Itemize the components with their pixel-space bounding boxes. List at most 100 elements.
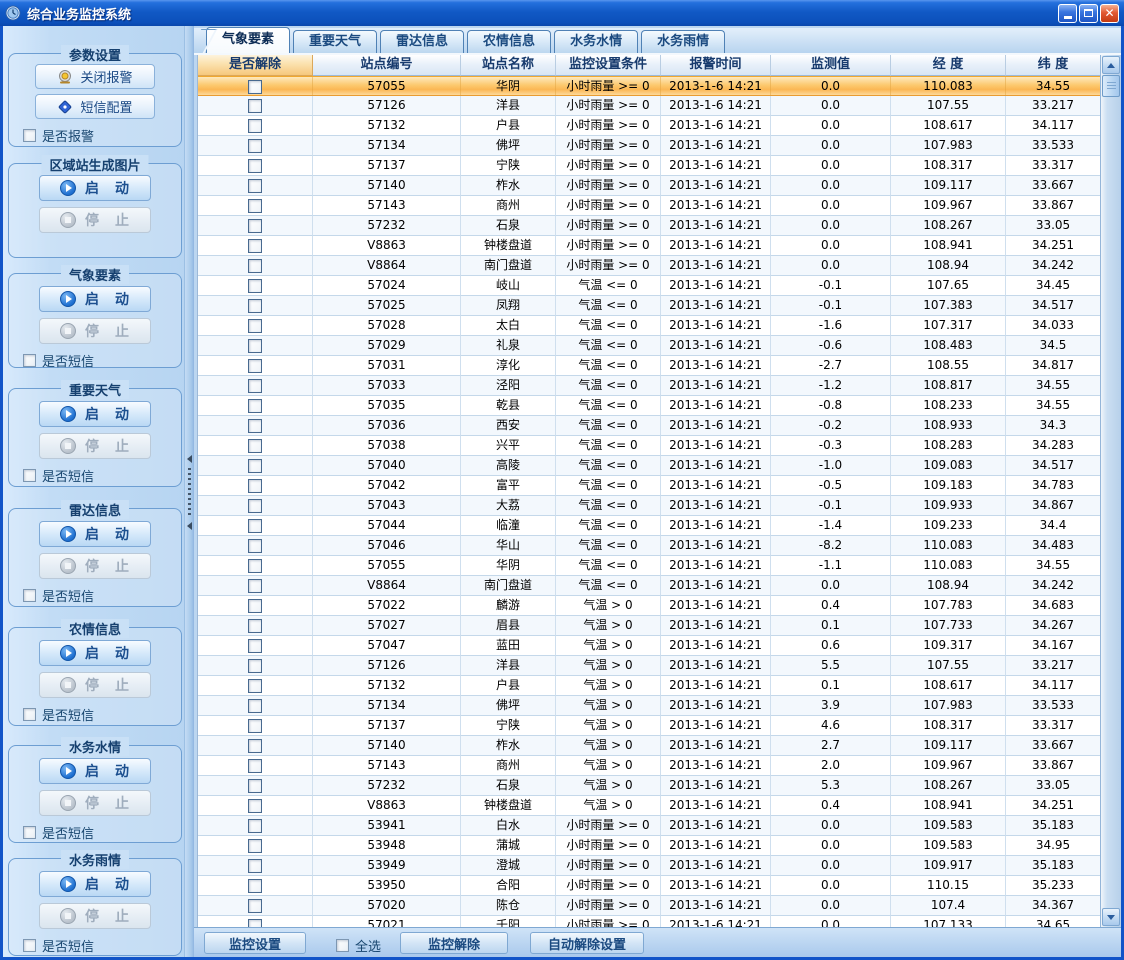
start-button-radar-info[interactable]: 启 动: [39, 521, 151, 547]
table-row[interactable]: 57143商州小时雨量 >= 02013-1-6 14:210.0109.967…: [198, 196, 1100, 216]
checkbox-row-params-settings[interactable]: 是否报警: [23, 126, 181, 145]
start-button-agri-info[interactable]: 启 动: [39, 640, 151, 666]
row-release-checkbox[interactable]: [248, 839, 262, 853]
table-row[interactable]: 57232石泉小时雨量 >= 02013-1-6 14:210.0108.267…: [198, 216, 1100, 236]
column-header-0[interactable]: 是否解除: [198, 55, 313, 76]
stop-button-water-rain[interactable]: 停 止: [39, 903, 151, 929]
tab-important-weather[interactable]: 重要天气: [293, 30, 377, 53]
row-release-checkbox[interactable]: [248, 439, 262, 453]
table-row[interactable]: 57132户县小时雨量 >= 02013-1-6 14:210.0108.617…: [198, 116, 1100, 136]
table-row[interactable]: 57035乾县气温 <= 02013-1-6 14:21-0.8108.2333…: [198, 396, 1100, 416]
tab-radar-info[interactable]: 雷达信息: [380, 30, 464, 53]
tab-weather-elements[interactable]: 气象要素: [206, 27, 290, 53]
column-header-4[interactable]: 报警时间: [661, 55, 771, 76]
row-release-checkbox[interactable]: [248, 259, 262, 273]
auto-release-set-button[interactable]: 自动解除设置: [530, 932, 644, 954]
row-release-checkbox[interactable]: [248, 599, 262, 613]
checkbox-important-weather[interactable]: [23, 469, 36, 482]
table-row[interactable]: 57232石泉气温 > 02013-1-6 14:215.3108.26733.…: [198, 776, 1100, 796]
row-release-checkbox[interactable]: [248, 339, 262, 353]
row-release-checkbox[interactable]: [248, 699, 262, 713]
table-row[interactable]: 57132户县气温 > 02013-1-6 14:210.1108.61734.…: [198, 676, 1100, 696]
table-row[interactable]: 53948蒲城小时雨量 >= 02013-1-6 14:210.0109.583…: [198, 836, 1100, 856]
table-row[interactable]: 57027眉县气温 > 02013-1-6 14:210.1107.73334.…: [198, 616, 1100, 636]
stop-button-radar-info[interactable]: 停 止: [39, 553, 151, 579]
maximize-button[interactable]: [1079, 4, 1098, 23]
row-release-checkbox[interactable]: [248, 759, 262, 773]
checkbox-water-level[interactable]: [23, 826, 36, 839]
start-button-region-image[interactable]: 启 动: [39, 175, 151, 201]
row-release-checkbox[interactable]: [248, 379, 262, 393]
checkbox-row-water-rain[interactable]: 是否短信: [23, 936, 181, 955]
start-button-water-rain[interactable]: 启 动: [39, 871, 151, 897]
collapse-left-icon[interactable]: [187, 522, 192, 530]
table-row[interactable]: 57140柞水小时雨量 >= 02013-1-6 14:210.0109.117…: [198, 176, 1100, 196]
table-row[interactable]: 57134佛坪小时雨量 >= 02013-1-6 14:210.0107.983…: [198, 136, 1100, 156]
table-row[interactable]: 57020陈仓小时雨量 >= 02013-1-6 14:210.0107.434…: [198, 896, 1100, 916]
table-row[interactable]: 57036西安气温 <= 02013-1-6 14:21-0.2108.9333…: [198, 416, 1100, 436]
scroll-up-button[interactable]: [1102, 56, 1120, 74]
splitter-grip[interactable]: [188, 468, 191, 518]
vertical-scrollbar[interactable]: [1100, 55, 1121, 927]
stop-button-important-weather[interactable]: 停 止: [39, 433, 151, 459]
table-row[interactable]: 57055华阴气温 <= 02013-1-6 14:21-1.1110.0833…: [198, 556, 1100, 576]
row-release-checkbox[interactable]: [248, 119, 262, 133]
row-release-checkbox[interactable]: [248, 459, 262, 473]
table-row[interactable]: 57024岐山气温 <= 02013-1-6 14:21-0.1107.6534…: [198, 276, 1100, 296]
row-release-checkbox[interactable]: [248, 519, 262, 533]
table-row[interactable]: V8864南门盘道气温 <= 02013-1-6 14:210.0108.943…: [198, 576, 1100, 596]
row-release-checkbox[interactable]: [248, 719, 262, 733]
minimize-button[interactable]: [1058, 4, 1077, 23]
row-release-checkbox[interactable]: [248, 359, 262, 373]
row-release-checkbox[interactable]: [248, 419, 262, 433]
row-release-checkbox[interactable]: [248, 619, 262, 633]
row-release-checkbox[interactable]: [248, 80, 262, 94]
close-alarm-button[interactable]: 关闭报警: [35, 64, 155, 89]
column-header-1[interactable]: 站点编号: [313, 55, 461, 76]
checkbox-row-agri-info[interactable]: 是否短信: [23, 705, 181, 724]
title-bar[interactable]: 综合业务监控系统 ✕: [0, 0, 1124, 26]
row-release-checkbox[interactable]: [248, 299, 262, 313]
stop-button-agri-info[interactable]: 停 止: [39, 672, 151, 698]
row-release-checkbox[interactable]: [248, 499, 262, 513]
table-row[interactable]: 57047蓝田气温 > 02013-1-6 14:210.6109.31734.…: [198, 636, 1100, 656]
row-release-checkbox[interactable]: [248, 199, 262, 213]
checkbox-row-radar-info[interactable]: 是否短信: [23, 586, 181, 605]
row-release-checkbox[interactable]: [248, 139, 262, 153]
monitor-release-button[interactable]: 监控解除: [400, 932, 508, 954]
checkbox-agri-info[interactable]: [23, 708, 36, 721]
row-release-checkbox[interactable]: [248, 559, 262, 573]
row-release-checkbox[interactable]: [248, 879, 262, 893]
select-all-checkbox[interactable]: [336, 939, 349, 952]
table-row[interactable]: 53941白水小时雨量 >= 02013-1-6 14:210.0109.583…: [198, 816, 1100, 836]
row-release-checkbox[interactable]: [248, 919, 262, 928]
row-release-checkbox[interactable]: [248, 159, 262, 173]
row-release-checkbox[interactable]: [248, 399, 262, 413]
table-row[interactable]: 57025凤翔气温 <= 02013-1-6 14:21-0.1107.3833…: [198, 296, 1100, 316]
row-release-checkbox[interactable]: [248, 99, 262, 113]
row-release-checkbox[interactable]: [248, 659, 262, 673]
checkbox-row-weather-elements[interactable]: 是否短信: [23, 351, 181, 370]
column-header-2[interactable]: 站点名称: [461, 55, 556, 76]
row-release-checkbox[interactable]: [248, 279, 262, 293]
table-row[interactable]: 57126洋县小时雨量 >= 02013-1-6 14:210.0107.553…: [198, 96, 1100, 116]
select-all-checkbox-row[interactable]: 全选: [336, 936, 381, 955]
tab-water-level[interactable]: 水务水情: [554, 30, 638, 53]
table-row[interactable]: 57134佛坪气温 > 02013-1-6 14:213.9107.98333.…: [198, 696, 1100, 716]
start-button-water-level[interactable]: 启 动: [39, 758, 151, 784]
table-row[interactable]: 57042富平气温 <= 02013-1-6 14:21-0.5109.1833…: [198, 476, 1100, 496]
close-button[interactable]: ✕: [1100, 4, 1119, 23]
checkbox-row-water-level[interactable]: 是否短信: [23, 823, 181, 842]
table-row[interactable]: 57046华山气温 <= 02013-1-6 14:21-8.2110.0833…: [198, 536, 1100, 556]
table-row[interactable]: 57043大荔气温 <= 02013-1-6 14:21-0.1109.9333…: [198, 496, 1100, 516]
scrollbar-thumb[interactable]: [1102, 75, 1120, 97]
start-button-weather-elements[interactable]: 启 动: [39, 286, 151, 312]
table-row[interactable]: 57126洋县气温 > 02013-1-6 14:215.5107.5533.2…: [198, 656, 1100, 676]
sidebar-splitter[interactable]: [184, 26, 194, 957]
row-release-checkbox[interactable]: [248, 219, 262, 233]
table-row[interactable]: 57031淳化气温 <= 02013-1-6 14:21-2.7108.5534…: [198, 356, 1100, 376]
row-release-checkbox[interactable]: [248, 179, 262, 193]
row-release-checkbox[interactable]: [248, 479, 262, 493]
row-release-checkbox[interactable]: [248, 799, 262, 813]
row-release-checkbox[interactable]: [248, 579, 262, 593]
